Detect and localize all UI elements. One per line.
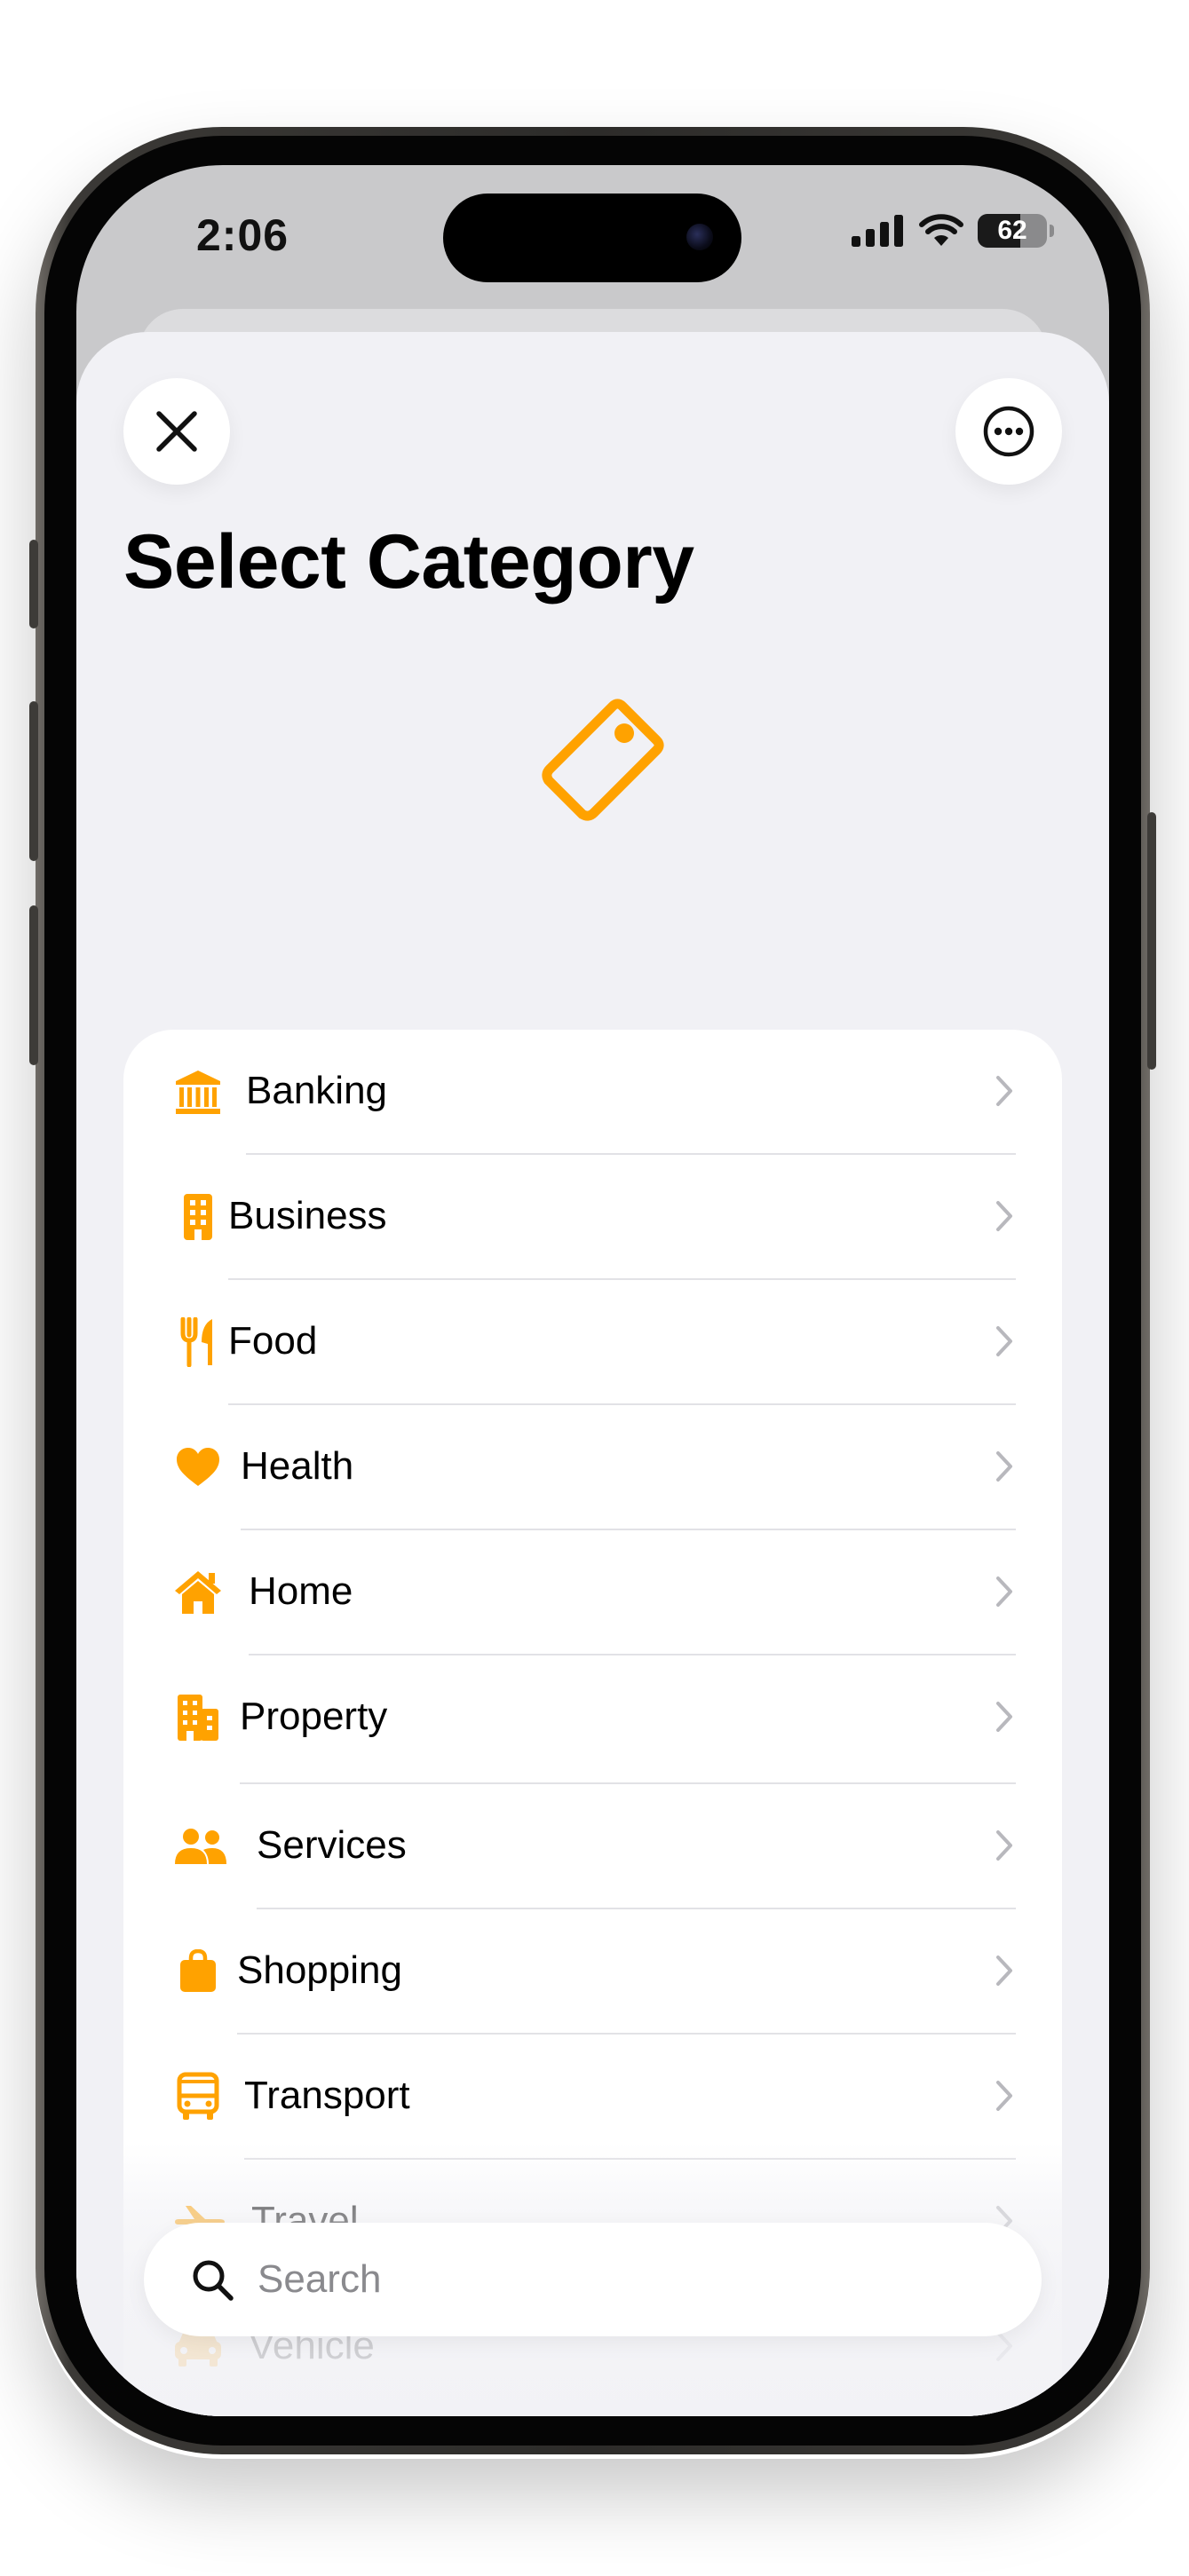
chevron-right-icon — [996, 1326, 1012, 1356]
list-item-label: Services — [257, 1823, 407, 1867]
bank-icon — [176, 1071, 220, 1114]
people-icon — [175, 1829, 226, 1864]
status-icons: 62 — [852, 214, 1054, 248]
more-options-button[interactable] — [955, 378, 1062, 485]
heart-icon — [177, 1448, 219, 1486]
tag-icon — [542, 699, 664, 821]
status-time: 2:06 — [196, 210, 289, 260]
list-item-transport[interactable]: Transport — [123, 2035, 1062, 2160]
battery-indicator: 62 — [978, 214, 1054, 248]
list-item-label: Shopping — [237, 1948, 402, 1992]
fork-knife-icon — [180, 1317, 212, 1367]
list-item-label: Banking — [246, 1069, 388, 1112]
list-item-label: Health — [241, 1444, 354, 1488]
building-icon — [184, 1194, 212, 1240]
list-item-shopping[interactable]: Shopping — [123, 1909, 1062, 2035]
close-icon — [156, 411, 197, 452]
ellipsis-circle-icon — [983, 406, 1034, 457]
volume-up-button — [29, 701, 38, 861]
list-item-banking[interactable]: Banking — [123, 1030, 1062, 1155]
list-item-business[interactable]: Business — [123, 1155, 1062, 1280]
chevron-right-icon — [996, 2081, 1012, 2111]
action-button — [29, 540, 38, 628]
camera-lens — [686, 224, 713, 250]
category-sheet: Select Category Banking Business Food He… — [76, 332, 1109, 2416]
chevron-right-icon — [996, 1702, 1012, 1732]
list-item-health[interactable]: Health — [123, 1405, 1062, 1530]
dynamic-island — [443, 194, 741, 282]
search-input[interactable] — [256, 2256, 970, 2303]
wifi-icon — [919, 214, 963, 246]
category-list: Banking Business Food Health Home Proper… — [123, 1030, 1062, 2416]
list-item-label: Transport — [244, 2074, 410, 2117]
list-item-label: Business — [228, 1194, 387, 1237]
search-bar[interactable] — [144, 2223, 1042, 2336]
bus-icon — [177, 2072, 219, 2120]
search-icon — [193, 2260, 234, 2301]
battery-level: 62 — [997, 216, 1027, 245]
bag-icon — [180, 1949, 216, 1992]
list-item-property[interactable]: Property — [123, 1655, 1062, 1784]
list-item-home[interactable]: Home — [123, 1530, 1062, 1655]
list-item-label: Home — [249, 1569, 353, 1613]
list-item-services[interactable]: Services — [123, 1784, 1062, 1909]
buildings-icon — [178, 1695, 218, 1741]
close-button[interactable] — [123, 378, 230, 485]
list-item-food[interactable]: Food — [123, 1280, 1062, 1405]
cellular-signal-icon — [852, 215, 903, 247]
house-icon — [175, 1571, 221, 1614]
power-button — [1147, 812, 1156, 1070]
status-bar: 2:06 62 — [76, 165, 1109, 307]
volume-down-button — [29, 905, 38, 1065]
chevron-right-icon — [996, 1956, 1012, 1986]
chevron-right-icon — [996, 1451, 1012, 1482]
chevron-right-icon — [996, 1201, 1012, 1231]
chevron-right-icon — [996, 1576, 1012, 1607]
screen: 2:06 62 Select Category Banking Business… — [76, 165, 1109, 2416]
chevron-right-icon — [996, 1830, 1012, 1861]
page-title: Select Category — [123, 519, 694, 604]
list-item-label: Food — [228, 1319, 318, 1363]
chevron-right-icon — [996, 1076, 1012, 1106]
list-item-label: Property — [240, 1695, 388, 1738]
